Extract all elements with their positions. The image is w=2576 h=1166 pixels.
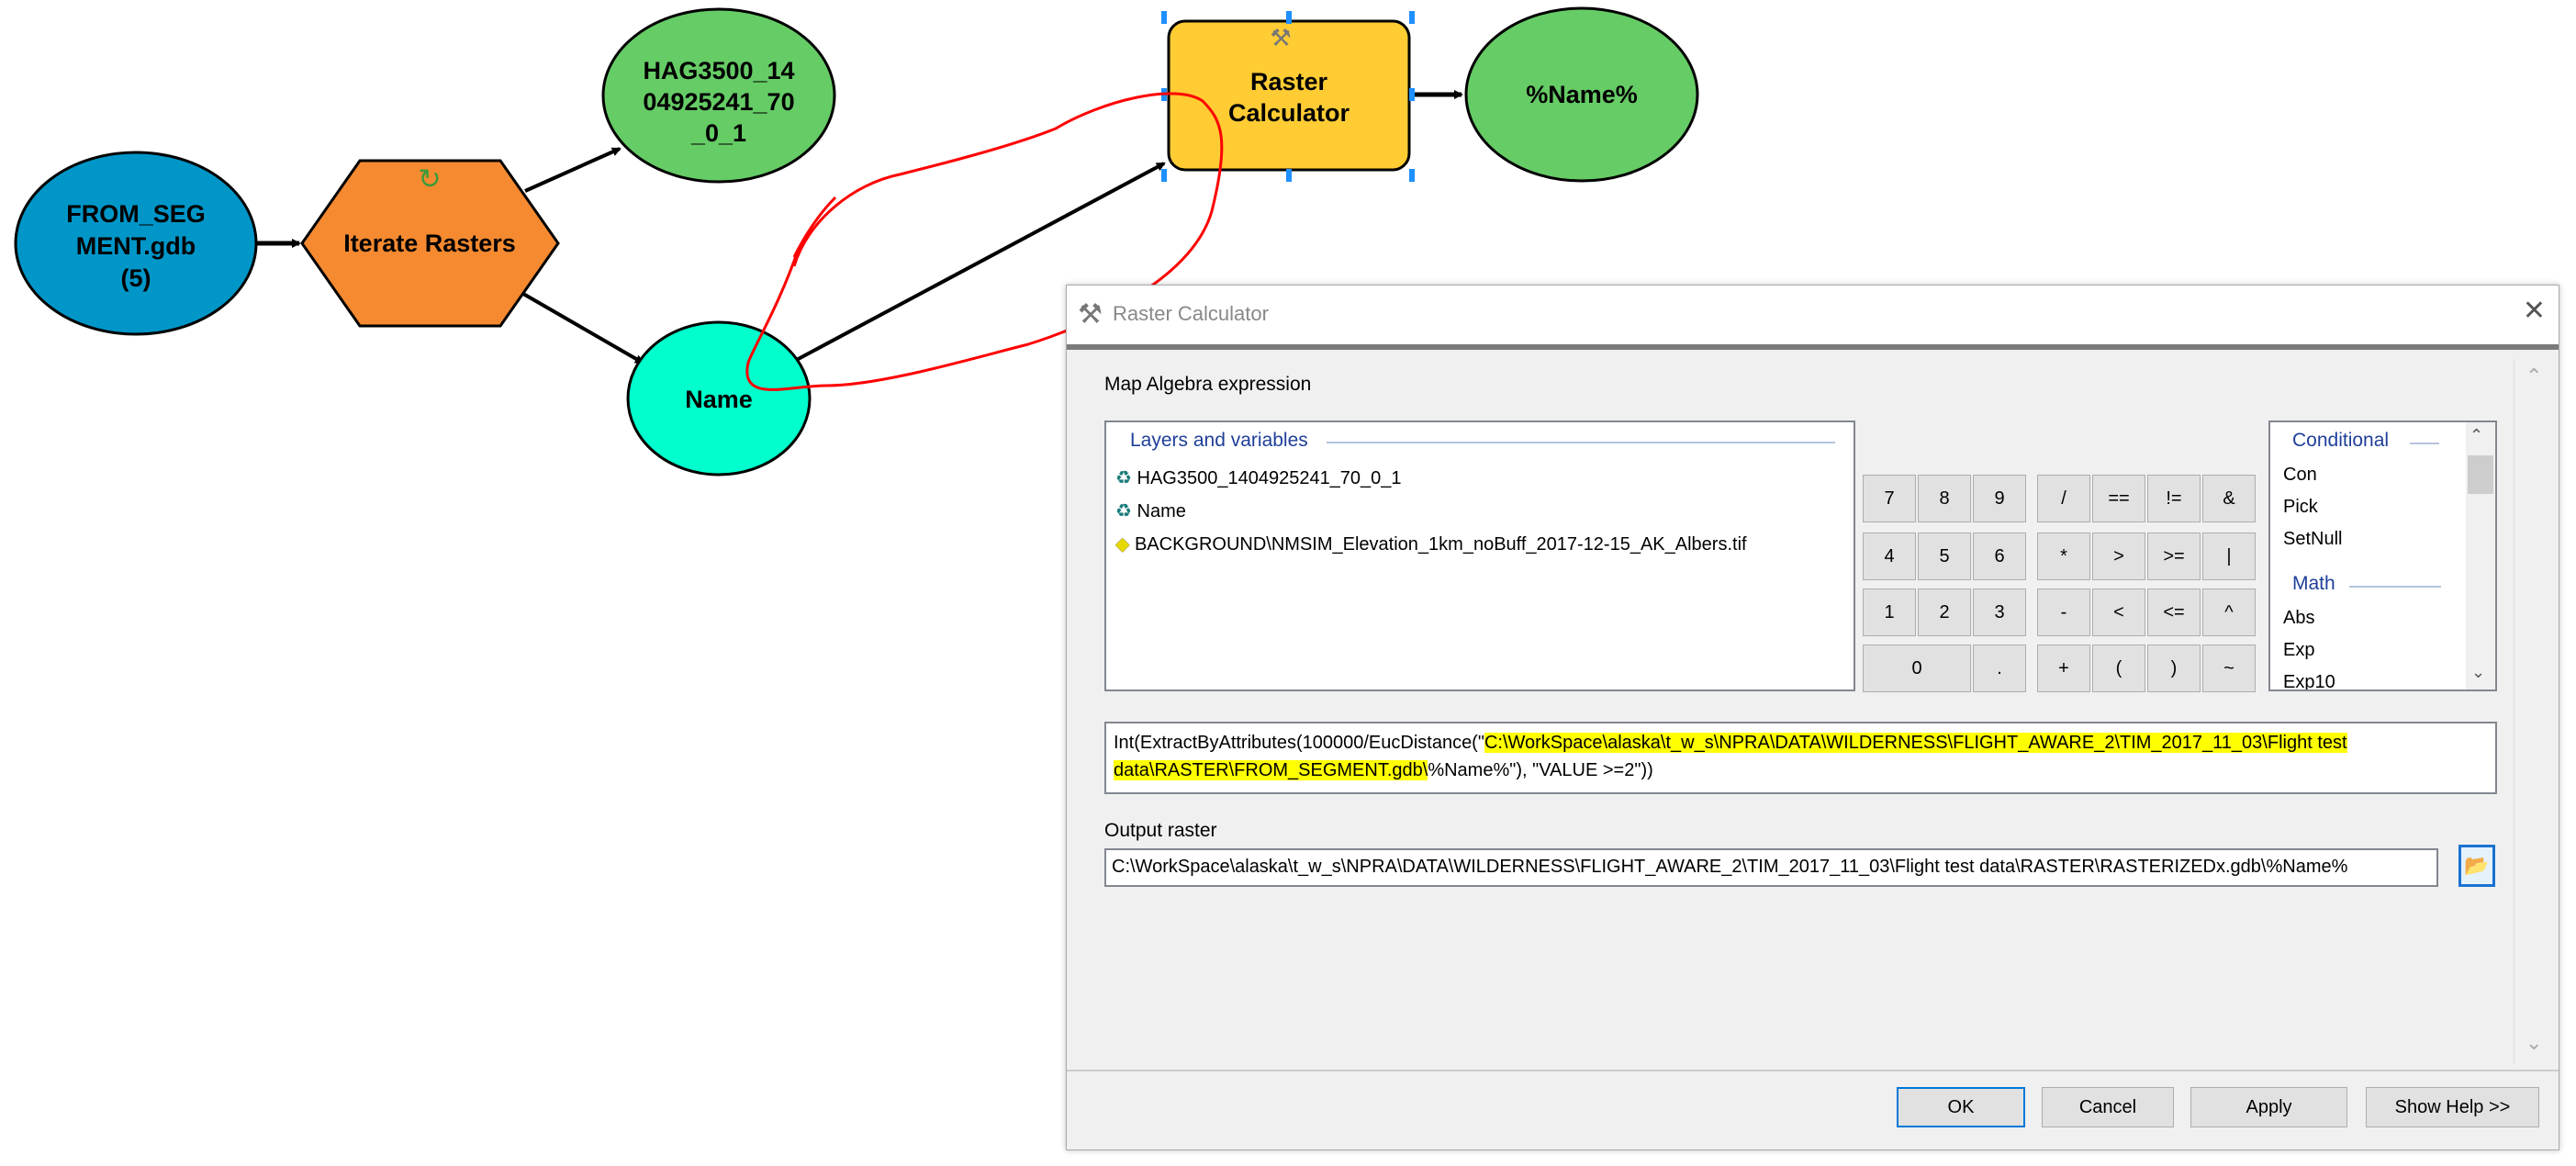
node-label: MENT.gdb: [76, 232, 196, 260]
keypad-button[interactable]: |: [2202, 533, 2256, 580]
keypad-button[interactable]: >=: [2147, 533, 2201, 580]
map-algebra-label: Map Algebra expression: [1104, 374, 1312, 395]
highlighted-path: data\RASTER\FROM_SEGMENT.gdb\: [1114, 760, 1428, 780]
node-label: %Name%: [1526, 81, 1638, 108]
connector-iterator-to-name[interactable]: [522, 292, 644, 364]
keypad-button[interactable]: !=: [2147, 475, 2201, 522]
node-iterate-rasters[interactable]: ↻ Iterate Rasters: [300, 159, 560, 328]
functions-scrollbar[interactable]: ⌃ ⌄: [2466, 422, 2495, 690]
keypad-button[interactable]: ): [2147, 645, 2201, 692]
keypad-button[interactable]: 9: [1973, 475, 2026, 522]
list-item[interactable]: ♻ HAG3500_1404925241_70_0_1: [1115, 466, 1402, 489]
node-label: _0_1: [690, 119, 746, 147]
node-label: 04925241_70: [643, 88, 794, 116]
raster-layer-icon: ◆: [1115, 534, 1130, 555]
keypad-button[interactable]: 1: [1863, 589, 1916, 636]
keypad-button[interactable]: *: [2037, 533, 2090, 580]
keypad-button[interactable]: ^: [2202, 589, 2256, 636]
ok-button[interactable]: OK: [1897, 1087, 2025, 1127]
keypad-button[interactable]: 0: [1863, 645, 1971, 692]
list-item[interactable]: ◆ BACKGROUND\NMSIM_Elevation_1km_noBuff_…: [1115, 533, 1747, 555]
function-pick[interactable]: Pick: [2283, 497, 2318, 518]
variable-icon: ♻: [1115, 501, 1132, 521]
keypad-button[interactable]: &: [2202, 475, 2256, 522]
output-raster-input[interactable]: C:\WorkSpace\alaska\t_w_s\NPRA\DATA\WILD…: [1104, 848, 2438, 887]
node-hag3500-raster[interactable]: HAG3500_14 04925241_70 _0_1: [601, 7, 836, 184]
node-name-output[interactable]: %Name%: [1464, 6, 1699, 183]
node-label: Iterate Rasters: [343, 230, 516, 257]
browse-folder-button[interactable]: 📂: [2458, 845, 2495, 887]
keypad-button[interactable]: 8: [1918, 475, 1971, 522]
divider: [1327, 442, 1835, 443]
layers-list[interactable]: Layers and variables ♻ HAG3500_140492524…: [1104, 420, 1855, 691]
title-bar[interactable]: ⚒ Raster Calculator ✕: [1067, 286, 2559, 344]
hammer-icon: ⚒: [1270, 24, 1291, 51]
function-setnull[interactable]: SetNull: [2283, 529, 2342, 550]
keypad-button[interactable]: +: [2037, 645, 2090, 692]
node-label: Name: [685, 386, 753, 413]
keypad-button[interactable]: ~: [2202, 645, 2256, 692]
dialog-scrollbar[interactable]: ⌃ ⌄: [2514, 359, 2555, 1064]
footer-divider: [1067, 1070, 2559, 1071]
keypad-button[interactable]: .: [1973, 645, 2026, 692]
keypad-button[interactable]: <: [2092, 589, 2145, 636]
chevron-down-icon[interactable]: ⌄: [2526, 1031, 2542, 1055]
scrollbar-thumb[interactable]: [2468, 455, 2493, 494]
node-label: (5): [121, 264, 151, 292]
show-help-button[interactable]: Show Help >>: [2366, 1087, 2539, 1127]
list-item[interactable]: ♻ Name: [1115, 499, 1186, 522]
cancel-button[interactable]: Cancel: [2042, 1087, 2174, 1127]
keypad-button[interactable]: /: [2037, 475, 2090, 522]
hammer-icon: ⚒: [1078, 299, 1103, 330]
node-label: Calculator: [1228, 99, 1350, 127]
variable-icon: ♻: [1115, 468, 1132, 488]
layers-header: Layers and variables: [1130, 430, 1308, 451]
node-raster-calculator[interactable]: ⚒ Raster Calculator: [1161, 11, 1415, 182]
title-divider: [1067, 344, 2559, 350]
refresh-icon: ↻: [418, 164, 441, 195]
connector-iterator-to-raster[interactable]: [524, 147, 622, 193]
keypad-button[interactable]: 4: [1863, 533, 1916, 580]
close-button[interactable]: ✕: [2523, 295, 2546, 327]
group-header-conditional: Conditional: [2292, 430, 2390, 451]
keypad-button[interactable]: 7: [1863, 475, 1916, 522]
keypad-button[interactable]: 6: [1973, 533, 2026, 580]
function-exp[interactable]: Exp: [2283, 640, 2314, 661]
output-raster-label: Output raster: [1104, 820, 1217, 841]
node-label: FROM_SEG: [66, 200, 206, 228]
raster-calculator-dialog: ⚒ Raster Calculator ✕ Map Algebra expres…: [1066, 285, 2559, 1150]
keypad-button[interactable]: 2: [1918, 589, 1971, 636]
function-exp10[interactable]: Exp10: [2283, 672, 2335, 690]
dialog-title: Raster Calculator: [1113, 302, 1269, 325]
group-header-math: Math: [2292, 573, 2335, 594]
highlighted-path: C:\WorkSpace\alaska\t_w_s\NPRA\DATA\WILD…: [1484, 733, 2347, 753]
node-from-segment-gdb[interactable]: FROM_SEG MENT.gdb (5): [14, 151, 258, 336]
chevron-up-icon[interactable]: ⌃: [2470, 426, 2483, 445]
chevron-down-icon[interactable]: ⌄: [2471, 663, 2485, 682]
function-abs[interactable]: Abs: [2283, 608, 2314, 629]
keypad-button[interactable]: 3: [1973, 589, 2026, 636]
keypad-button[interactable]: >: [2092, 533, 2145, 580]
keypad-button[interactable]: -: [2037, 589, 2090, 636]
functions-list[interactable]: Conditional Con Pick SetNull Math Abs Ex…: [2268, 420, 2497, 691]
folder-open-icon: 📂: [2464, 854, 2490, 877]
node-label: HAG3500_14: [643, 57, 794, 84]
function-con[interactable]: Con: [2283, 465, 2317, 486]
divider: [2349, 586, 2441, 588]
expression-input[interactable]: Int(ExtractByAttributes(100000/EucDistan…: [1104, 722, 2497, 794]
divider: [2410, 443, 2439, 444]
keypad-button[interactable]: (: [2092, 645, 2145, 692]
keypad-button[interactable]: <=: [2147, 589, 2201, 636]
keypad-button[interactable]: 5: [1918, 533, 1971, 580]
chevron-up-icon[interactable]: ⌃: [2526, 364, 2542, 388]
apply-button[interactable]: Apply: [2190, 1087, 2347, 1127]
node-label: Raster: [1250, 68, 1328, 95]
node-name-variable[interactable]: Name: [626, 320, 812, 476]
keypad-button[interactable]: ==: [2092, 475, 2145, 522]
